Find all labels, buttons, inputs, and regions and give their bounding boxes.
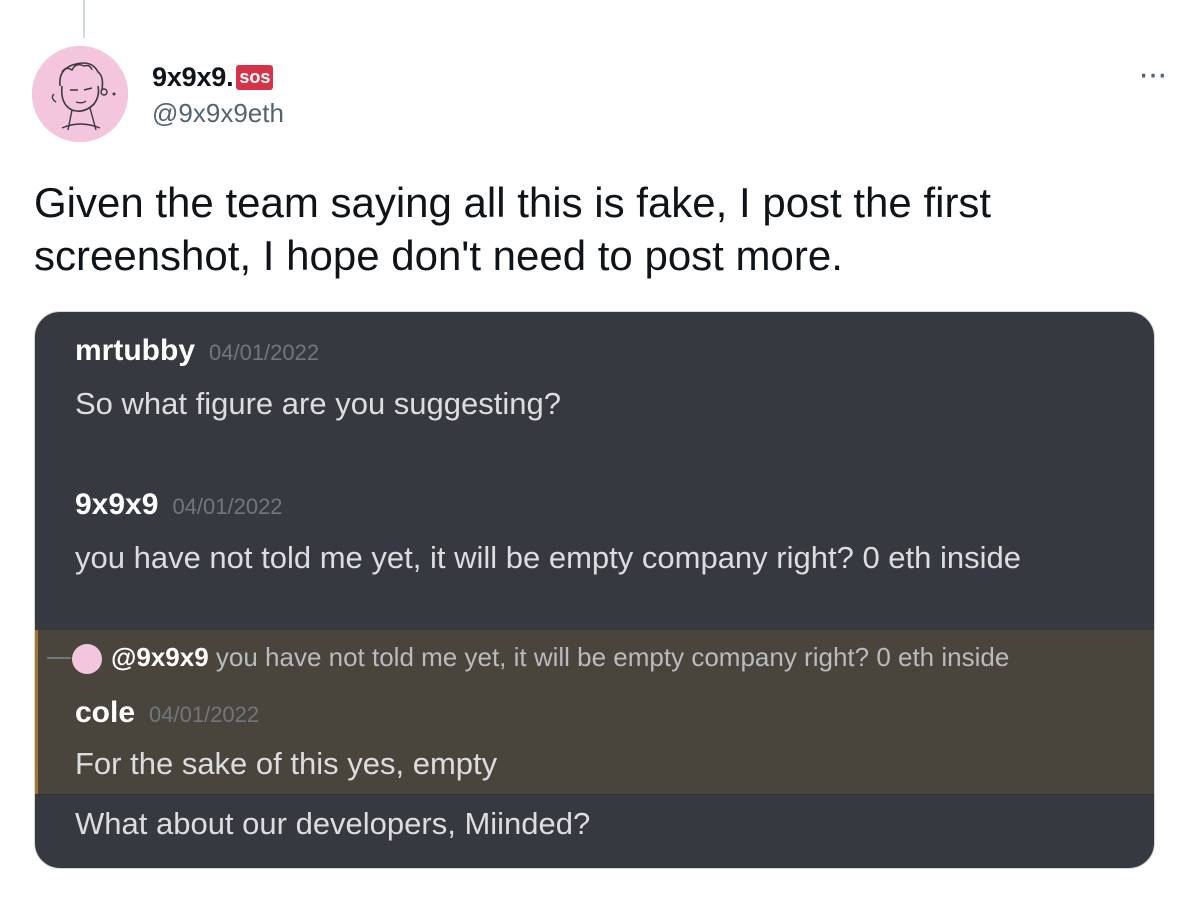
more-horizontal-icon: ··· [1138, 55, 1168, 93]
message-divider [35, 794, 1154, 795]
discord-message-header-2: 9x9x9 04/01/2022 [75, 488, 283, 522]
message-timestamp: 04/01/2022 [209, 340, 320, 365]
reply-connector-line [47, 657, 71, 659]
avatar-illustration [32, 46, 128, 142]
thread-connector-line [83, 0, 85, 38]
reply-preview: @9x9x9 you have not told me yet, it will… [111, 642, 1009, 673]
discord-message-body-2: you have not told me yet, it will be emp… [75, 540, 1021, 575]
more-options-button[interactable]: ··· [1132, 55, 1172, 93]
tweet-text-line-1: Given the team saying all this is fake, … [34, 179, 992, 226]
discord-message-header-3: cole 04/01/2022 [75, 696, 259, 730]
reply-text: you have not told me yet, it will be emp… [208, 642, 1010, 672]
message-author: 9x9x9 [75, 488, 159, 521]
tweet-media-screenshot[interactable]: mrtubby 04/01/2022 So what figure are you… [34, 311, 1155, 869]
reply-avatar [72, 644, 102, 674]
display-name[interactable]: 9x9x9. [152, 62, 234, 93]
message-timestamp: 04/01/2022 [149, 702, 260, 727]
discord-message-body-3: For the sake of this yes, empty [75, 746, 498, 781]
message-timestamp: 04/01/2022 [172, 494, 283, 519]
discord-message-body-4: What about our developers, Miinded? [75, 806, 591, 841]
discord-message-body-1: So what figure are you suggesting? [75, 386, 561, 421]
tweet-text: Given the team saying all this is fake, … [34, 176, 1154, 282]
sos-badge: sos [236, 64, 274, 90]
message-author: mrtubby [75, 334, 195, 367]
tweet-text-line-2: screenshot, I hope don't need to post mo… [34, 232, 843, 279]
user-handle[interactable]: @9x9x9eth [152, 98, 284, 129]
author-names: 9x9x9. sos @9x9x9eth [152, 60, 284, 129]
mention-highlight-bar [35, 630, 38, 794]
avatar[interactable] [32, 46, 128, 142]
discord-message-header-1: mrtubby 04/01/2022 [75, 334, 319, 368]
message-author: cole [75, 696, 136, 729]
tweet-header: 9x9x9. sos @9x9x9eth ··· [32, 46, 1172, 146]
reply-mention: @9x9x9 [111, 642, 209, 672]
display-name-row[interactable]: 9x9x9. sos [152, 60, 284, 94]
